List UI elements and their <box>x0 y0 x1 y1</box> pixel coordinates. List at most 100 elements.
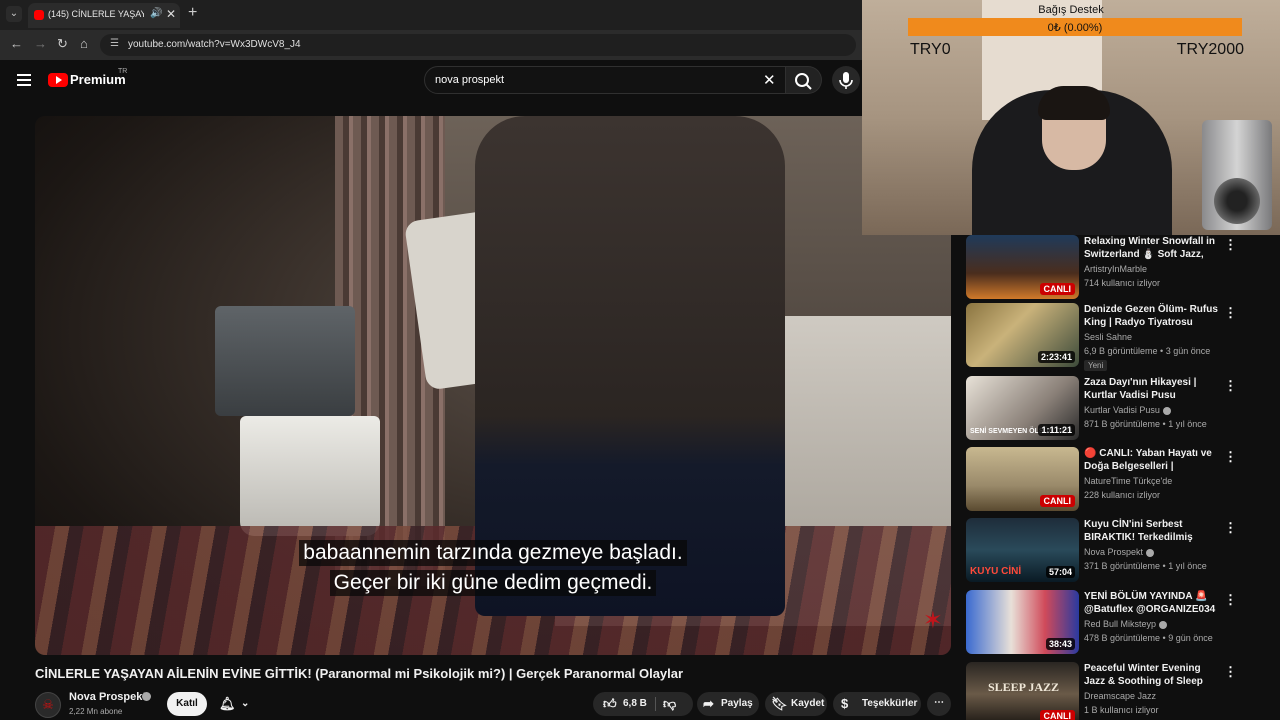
share-button[interactable]: ➦ Paylaş <box>697 692 759 716</box>
youtube-logo-icon[interactable] <box>48 73 68 87</box>
recommendation-item[interactable]: 38:43 YENİ BÖLÜM YAYINDA 🚨 @Batuflex @OR… <box>966 590 1246 656</box>
reload-icon[interactable]: ↻ <box>57 36 68 52</box>
search-button[interactable] <box>786 66 822 94</box>
recommendation-title[interactable]: 🔴 CANLI: Yaban Hayatı ve Doğa Belgeselle… <box>1084 447 1220 473</box>
recommendation-channel[interactable]: NatureTime Türkçe'de <box>1084 476 1172 486</box>
more-options-icon[interactable]: ⋮ <box>1224 237 1237 253</box>
recommendation-item[interactable]: CANLI Relaxing Winter Snowfall in Switze… <box>966 235 1246 301</box>
tab-title: (145) CİNLERLE YAŞAYAN Aİ <box>48 9 144 19</box>
more-actions-icon[interactable]: ⋯ <box>927 692 951 716</box>
more-options-icon[interactable]: ⋮ <box>1224 664 1237 680</box>
thanks-button[interactable]: $ Teşekkürler <box>833 692 921 716</box>
site-info-icon[interactable]: ☰ <box>110 38 119 49</box>
recommendation-meta: 228 kullanıcı izliyor <box>1084 490 1161 500</box>
recommendation-channel[interactable]: ArtistryInMarble <box>1084 264 1147 274</box>
more-options-icon[interactable]: ⋮ <box>1224 592 1237 608</box>
more-options-icon[interactable]: ⋮ <box>1224 378 1237 394</box>
recommendation-item[interactable]: SLEEP JAZZ CANLI Peaceful Winter Evening… <box>966 662 1246 720</box>
video-thumbnail[interactable]: CANLI <box>966 235 1079 299</box>
new-tab-icon[interactable]: + <box>188 4 197 22</box>
channel-label: Nova Prospekt <box>1084 547 1144 557</box>
video-thumbnail[interactable]: 38:43 <box>966 590 1079 654</box>
recommendation-title[interactable]: YENİ BÖLÜM YAYINDA 🚨 @Batuflex @ORGANIZE… <box>1084 590 1220 616</box>
video-frame-tin <box>215 306 355 416</box>
video-thumbnail[interactable]: SLEEP JAZZ CANLI <box>966 662 1079 720</box>
subtitle-line-1: babaannemin tarzında gezmeye başladı. <box>35 540 951 566</box>
cam-speaker-cone <box>1214 178 1260 224</box>
search-icon <box>795 73 812 90</box>
forward-arrow-icon[interactable]: → <box>34 36 47 51</box>
subscriber-count: 2,22 Mn abone <box>69 707 123 716</box>
recommendation-channel[interactable]: Sesli Sahne <box>1084 332 1132 342</box>
recommendation-item[interactable]: KUYU CİNİ 57:04 Kuyu CİN'ini Serbest BIR… <box>966 518 1246 584</box>
recommendations-list: CANLI Relaxing Winter Snowfall in Switze… <box>966 235 1280 720</box>
recommendation-channel[interactable]: Red Bull Mikstеyp <box>1084 619 1168 629</box>
live-badge: CANLI <box>1039 710 1075 720</box>
like-icon[interactable]: 👍︎ <box>603 696 617 712</box>
channel-watermark-icon[interactable]: ✶ <box>923 606 943 635</box>
search-value: nova prospekt <box>435 74 505 86</box>
notifications-button[interactable]: 🔔︎ ⌄ <box>213 692 261 716</box>
join-button[interactable]: Katıl <box>167 692 207 716</box>
video-player[interactable]: babaannemin tarzında gezmeye başladı. Ge… <box>35 116 951 655</box>
recommendation-title[interactable]: Relaxing Winter Snowfall in Switzerland … <box>1084 235 1220 261</box>
chevron-down-icon: ⌄ <box>241 698 250 709</box>
save-button[interactable]: 🔖︎ Kaydet <box>765 692 827 716</box>
subtitle-line-2: Geçer bir iki güne dedim geçmedi. <box>35 570 951 596</box>
recommendation-channel[interactable]: Dreamscape Jazz <box>1084 691 1156 701</box>
recommendation-meta: 478 B görüntüleme • 9 gün önce <box>1084 633 1213 643</box>
verified-icon <box>1159 620 1168 629</box>
address-bar[interactable]: ☰ youtube.com/watch?v=Wx3DWcV8_J4 <box>100 34 856 56</box>
video-thumbnail[interactable]: SENİ SEVMEYEN ÖLSÜN DAYI 1:11:21 <box>966 376 1079 440</box>
home-icon[interactable]: ⌂ <box>80 36 88 51</box>
donation-title: Bağış Destek <box>1038 4 1104 16</box>
bell-icon: 🔔︎ <box>219 696 236 711</box>
subtitle-text-1: babaannemin tarzında gezmeye başladı. <box>299 540 687 566</box>
subtitle-text-2: Geçer bir iki güne dedim geçmedi. <box>329 570 657 596</box>
channel-label: Kurtlar Vadisi Pusu <box>1084 405 1160 415</box>
like-dislike-group: 👍︎ 6,8 B 👎︎ <box>593 692 693 716</box>
dislike-icon[interactable]: 👎︎ <box>663 696 676 712</box>
microphone-icon <box>839 72 853 89</box>
tab-list-chevron-icon[interactable]: ⌄ <box>6 6 22 22</box>
recommendation-channel[interactable]: Nova Prospekt <box>1084 547 1155 557</box>
browser-tab[interactable]: (145) CİNLERLE YAŞAYAN Aİ 🔊 ✕ <box>28 3 180 28</box>
youtube-header: Premium TR nova prospekt ✕ <box>0 60 862 106</box>
cam-hair <box>1038 86 1110 120</box>
recommendation-channel[interactable]: Kurtlar Vadisi Pusu <box>1084 405 1171 415</box>
duration-badge: 2:23:41 <box>1037 351 1075 363</box>
video-thumbnail[interactable]: 2:23:41 <box>966 303 1079 367</box>
menu-icon[interactable] <box>17 74 31 86</box>
bookmark-icon: 🔖︎ <box>771 696 788 711</box>
recommendation-item[interactable]: CANLI 🔴 CANLI: Yaban Hayatı ve Doğa Belg… <box>966 447 1246 513</box>
voice-search-button[interactable] <box>832 66 860 94</box>
recommendation-meta: 6,9 B görüntüleme • 3 gün önce <box>1084 346 1211 356</box>
recommendation-item[interactable]: 2:23:41 Denizde Gezen Ölüm- Rufus King |… <box>966 303 1246 371</box>
speaker-icon[interactable]: 🔊 <box>150 8 162 19</box>
channel-label: Red Bull Mikstеyp <box>1084 619 1157 629</box>
recommendation-meta: 371 B görüntüleme • 1 yıl önce <box>1084 561 1207 571</box>
like-count[interactable]: 6,8 B <box>623 698 647 709</box>
close-tab-icon[interactable]: ✕ <box>166 7 176 21</box>
channel-avatar[interactable]: ☠ <box>35 692 61 718</box>
video-thumbnail[interactable]: KUYU CİNİ 57:04 <box>966 518 1079 582</box>
browser-toolbar: ← → ↻ ⌂ ☰ youtube.com/watch?v=Wx3DWcV8_J… <box>0 30 862 60</box>
recommendation-title[interactable]: Kuyu CİN'ini Serbest BIRAKTIK! Terkedilm… <box>1084 518 1220 544</box>
search-input[interactable]: nova prospekt ✕ <box>424 66 786 94</box>
recommendation-title[interactable]: Denizde Gezen Ölüm- Rufus King | Radyo T… <box>1084 303 1220 329</box>
clear-search-icon[interactable]: ✕ <box>763 71 776 89</box>
video-thumbnail[interactable]: CANLI <box>966 447 1079 511</box>
recommendation-title[interactable]: Zaza Dayı'nın Hikayesi | Kurtlar Vadisi … <box>1084 376 1220 402</box>
super-thanks-icon: $ <box>841 696 849 711</box>
thumbnail-caption: KUYU CİNİ <box>970 566 1022 577</box>
duration-badge: 57:04 <box>1045 566 1075 578</box>
duration-badge: 38:43 <box>1045 638 1075 650</box>
more-options-icon[interactable]: ⋮ <box>1224 520 1237 536</box>
recommendation-item[interactable]: SENİ SEVMEYEN ÖLSÜN DAYI 1:11:21 Zaza Da… <box>966 376 1246 442</box>
back-arrow-icon[interactable]: ← <box>10 36 23 51</box>
more-options-icon[interactable]: ⋮ <box>1224 305 1237 321</box>
duration-badge: 1:11:21 <box>1038 424 1075 436</box>
channel-name[interactable]: Nova Prospekt <box>69 691 146 703</box>
more-options-icon[interactable]: ⋮ <box>1224 449 1237 465</box>
recommendation-title[interactable]: Peaceful Winter Evening Jazz & Soothing … <box>1084 662 1220 688</box>
